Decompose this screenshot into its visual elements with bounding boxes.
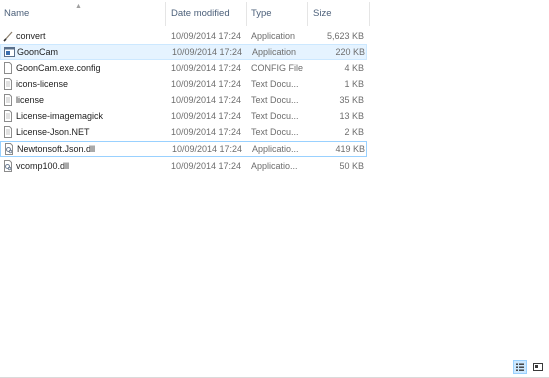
column-divider[interactable]	[369, 2, 370, 26]
file-size: 5,623 KB	[326, 31, 364, 41]
details-view-button[interactable]	[513, 360, 527, 374]
file-name: license	[16, 95, 45, 105]
file-row[interactable]: convert 10/09/2014 17:24 Application 5,6…	[0, 28, 367, 44]
file-date: 10/09/2014 17:24	[171, 161, 242, 171]
file-type: Application	[252, 47, 297, 57]
file-type: Text Docu...	[251, 79, 299, 89]
file-date: 10/09/2014 17:24	[171, 95, 242, 105]
file-size: 50 KB	[339, 161, 364, 171]
column-header-name-label: Name	[4, 8, 30, 19]
file-name: License-imagemagick	[16, 111, 104, 121]
file-size: 419 KB	[335, 144, 365, 154]
file-row[interactable]: icons-license 10/09/2014 17:24 Text Docu…	[0, 76, 367, 92]
file-type: CONFIG File	[251, 63, 304, 73]
file-name: GoonCam.exe.config	[16, 63, 101, 73]
file-size: 35 KB	[339, 95, 364, 105]
file-date: 10/09/2014 17:24	[171, 111, 242, 121]
file-row[interactable]: License-imagemagick 10/09/2014 17:24 Tex…	[0, 108, 367, 124]
blank-file-icon	[3, 62, 13, 74]
file-type: Text Docu...	[251, 111, 299, 121]
file-date: 10/09/2014 17:24	[171, 31, 242, 41]
column-header-bar: Name ▲ Date modified Type Size	[0, 2, 370, 26]
file-row[interactable]: vcomp100.dll 10/09/2014 17:24 Applicatio…	[0, 158, 367, 174]
text-file-icon	[3, 94, 13, 106]
dll-file-icon	[3, 160, 13, 172]
column-header-date[interactable]: Date modified	[171, 2, 230, 24]
file-name: GoonCam	[17, 47, 59, 57]
large-icons-view-button[interactable]	[531, 360, 545, 374]
file-row[interactable]: license 10/09/2014 17:24 Text Docu... 35…	[0, 92, 367, 108]
file-size: 4 KB	[344, 63, 364, 73]
file-date: 10/09/2014 17:24	[171, 79, 242, 89]
file-row[interactable]: Newtonsoft.Json.dll 10/09/2014 17:24 App…	[0, 141, 367, 157]
sort-ascending-icon: ▲	[75, 3, 82, 10]
column-header-size[interactable]: Size	[313, 2, 331, 24]
column-header-type-label: Type	[251, 8, 272, 19]
brush-app-icon	[3, 30, 13, 42]
file-name: Newtonsoft.Json.dll	[17, 144, 96, 154]
file-date: 10/09/2014 17:24	[171, 63, 242, 73]
file-size: 13 KB	[339, 111, 364, 121]
file-date: 10/09/2014 17:24	[172, 47, 243, 57]
text-file-icon	[3, 110, 13, 122]
file-date: 10/09/2014 17:24	[171, 127, 242, 137]
file-size: 1 KB	[344, 79, 364, 89]
column-header-type[interactable]: Type	[251, 2, 272, 24]
file-type: Text Docu...	[251, 127, 299, 137]
column-divider[interactable]	[165, 2, 166, 26]
file-row[interactable]: GoonCam.exe.config 10/09/2014 17:24 CONF…	[0, 60, 367, 76]
text-file-icon	[3, 78, 13, 90]
file-type: Text Docu...	[251, 95, 299, 105]
column-divider[interactable]	[307, 2, 308, 26]
file-type: Applicatio...	[252, 144, 299, 154]
app-window-icon	[4, 46, 15, 58]
file-size: 2 KB	[344, 127, 364, 137]
file-row[interactable]: GoonCam 10/09/2014 17:24 Application 220…	[0, 44, 367, 60]
text-file-icon	[3, 126, 13, 138]
file-date: 10/09/2014 17:24	[172, 144, 243, 154]
column-header-name[interactable]: Name	[4, 2, 29, 24]
dll-file-icon	[4, 143, 14, 155]
file-name: vcomp100.dll	[16, 161, 70, 171]
file-name: convert	[16, 31, 46, 41]
view-switcher	[513, 360, 547, 374]
column-header-size-label: Size	[313, 8, 332, 19]
column-divider[interactable]	[246, 2, 247, 26]
file-type: Application	[251, 31, 296, 41]
file-row[interactable]: License-Json.NET 10/09/2014 17:24 Text D…	[0, 124, 367, 140]
column-header-date-label: Date modified	[171, 8, 230, 19]
file-name: icons-license	[16, 79, 69, 89]
file-type: Applicatio...	[251, 161, 298, 171]
file-name: License-Json.NET	[16, 127, 90, 137]
file-size: 220 KB	[335, 47, 365, 57]
